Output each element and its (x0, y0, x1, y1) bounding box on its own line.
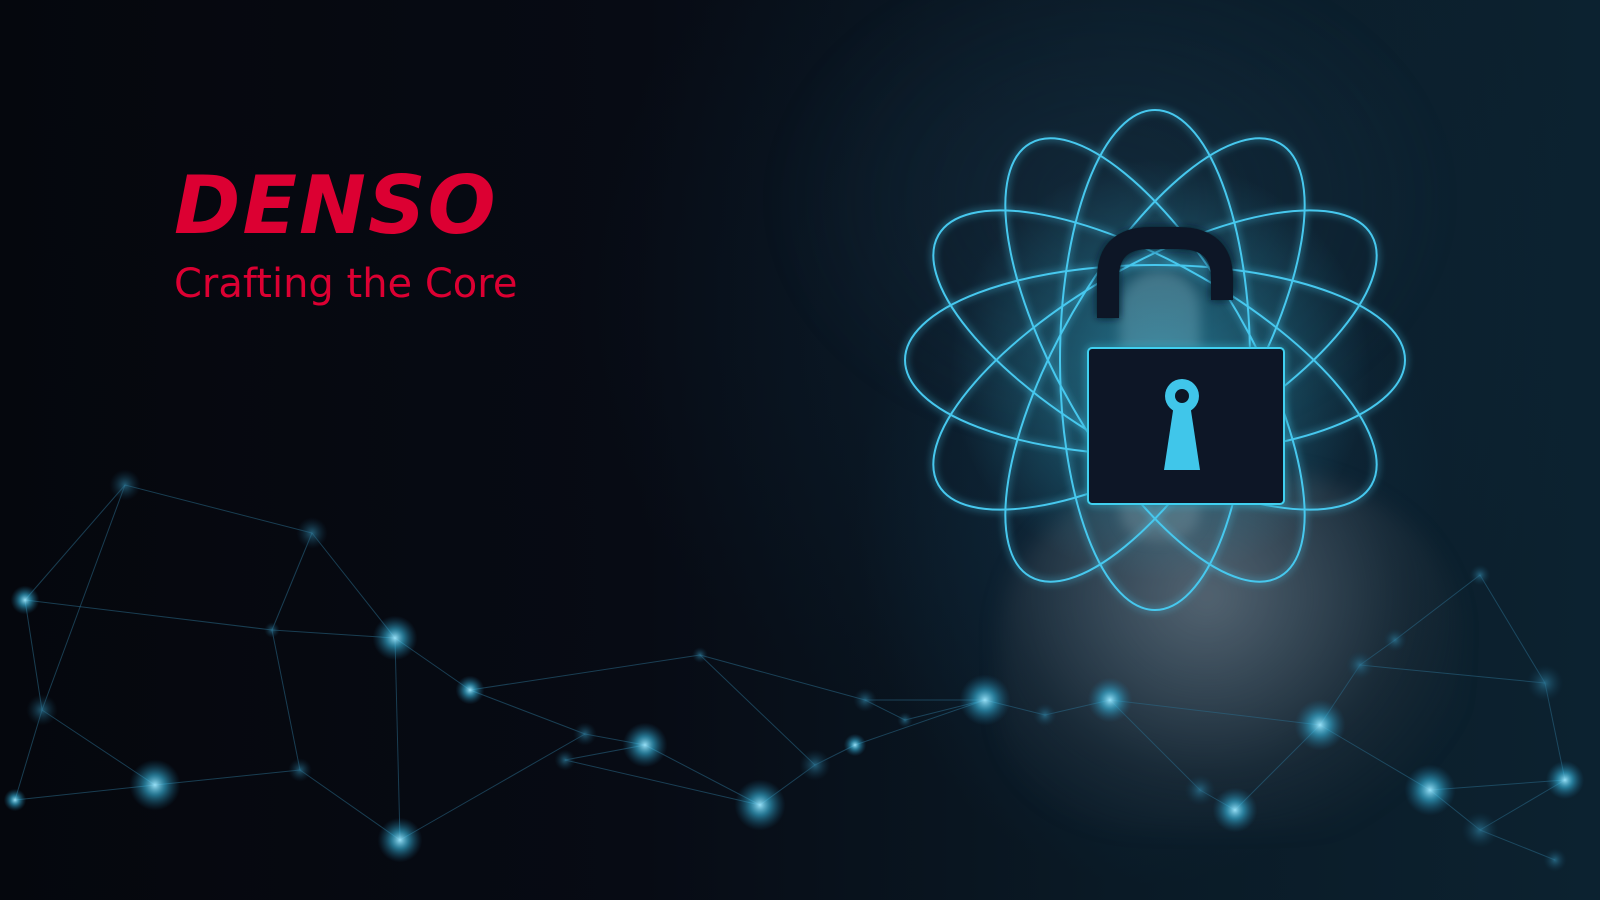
hero-banner: DENSO Crafting the Core (0, 0, 1600, 900)
security-lock-graphic (904, 109, 1406, 611)
brand-logo: DENSO Crafting the Core (174, 159, 518, 307)
brand-tagline: Crafting the Core (174, 261, 518, 307)
brand-name: DENSO (174, 159, 498, 252)
